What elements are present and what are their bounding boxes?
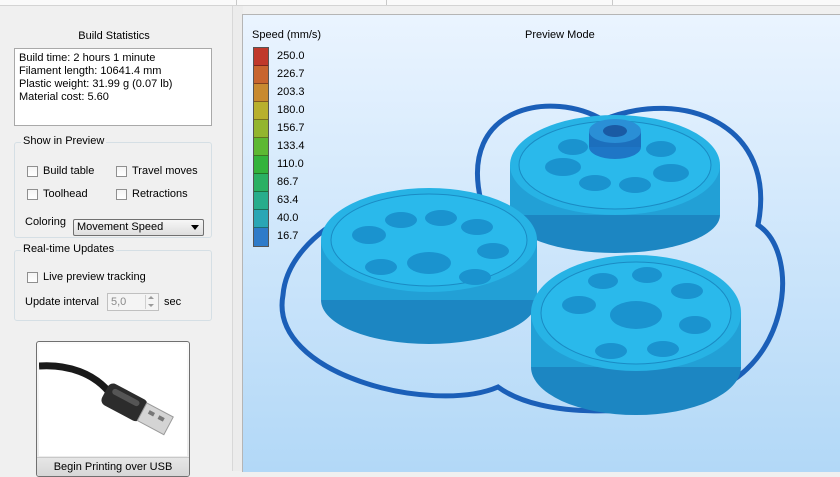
checkbox-box[interactable] [27,271,38,283]
show-in-preview-group: Show in Preview Build table Travel moves… [14,135,212,238]
realtime-updates-group: Real-time Updates Live preview tracking … [14,243,212,321]
legend-value: 250.0 [277,50,305,62]
legend-swatch [254,120,268,138]
legend-swatch [254,192,268,210]
legend-swatch [254,210,268,228]
speed-legend-title: Speed (mm/s) [252,29,322,41]
legend-value: 110.0 [277,158,304,170]
legend-swatch [254,102,268,120]
coloring-value: Movement Speed [77,221,164,233]
usb-cable-image [38,344,187,456]
toolhead-label: Toolhead [43,188,88,200]
stat-filament-length: Filament length: 10641.4 mm [19,65,162,77]
legend-value: 133.4 [277,140,305,152]
preview-mode-label: Preview Mode [525,29,595,41]
gear-left [321,188,537,344]
chevron-down-icon[interactable] [191,225,199,230]
top-strip-divider [612,0,613,5]
gear-top-right [510,115,720,253]
legend-swatch [254,138,268,156]
legend-swatch [254,66,268,84]
checkbox-box[interactable] [27,188,38,200]
toolhead-checkbox[interactable]: Toolhead [27,188,88,200]
speed-legend-labels: 250.0 226.7 203.3 180.0 156.7 133.4 110.0 86.7 6… [277,47,305,245]
legend-value: 203.3 [277,86,305,98]
begin-printing-usb-button[interactable]: Begin Printing over USB [36,341,190,477]
stat-material-cost: Material cost: 5.60 [19,91,109,103]
usb-cable-icon [38,362,174,436]
retractions-checkbox[interactable]: Retractions [116,188,188,200]
spin-up-icon[interactable] [145,295,157,302]
build-statistics-title: Build Statistics [78,30,150,42]
legend-value: 86.7 [277,176,299,188]
checkbox-box[interactable] [116,188,127,200]
top-strip-divider [386,0,387,5]
retractions-label: Retractions [132,188,188,200]
legend-swatch [254,174,268,192]
legend-value: 180.0 [277,104,305,116]
legend-swatch [254,228,268,246]
legend-value: 40.0 [277,212,299,224]
legend-swatch [254,48,268,66]
update-interval-label: Update interval [25,296,99,308]
show-in-preview-title: Show in Preview [21,135,107,147]
live-preview-label: Live preview tracking [43,271,146,283]
legend-value: 16.7 [277,230,299,242]
preview-3d-scene [279,103,786,415]
build-table-label: Build table [43,165,95,177]
spin-down-icon[interactable] [145,302,157,309]
checkbox-box[interactable] [116,165,127,177]
legend-value: 63.4 [277,194,299,206]
speed-legend-colorbar [253,47,269,247]
coloring-label: Coloring [25,216,66,228]
travel-moves-checkbox[interactable]: Travel moves [116,165,198,177]
realtime-updates-title: Real-time Updates [21,243,117,255]
gear-bottom-right [531,255,741,415]
update-interval-value: 5,0 [111,296,127,308]
stat-build-time: Build time: 2 hours 1 minute [19,52,156,64]
legend-value: 226.7 [277,68,305,80]
travel-moves-label: Travel moves [132,165,198,177]
stat-plastic-weight: Plastic weight: 31.99 g (0.07 lb) [19,78,173,90]
live-preview-checkbox[interactable]: Live preview tracking [27,271,146,283]
begin-printing-usb-label: Begin Printing over USB [37,457,189,476]
left-panel: Build Statistics Build time: 2 hours 1 m… [0,6,232,477]
checkbox-box[interactable] [27,165,38,177]
build-statistics-box: Build time: 2 hours 1 minute Filament le… [14,48,212,126]
preview-viewport[interactable]: Speed (mm/s) 250.0 226.7 203.3 180.0 156.7 13… [242,14,840,472]
update-interval-unit: sec [164,296,182,308]
legend-value: 156.7 [277,122,305,134]
build-table-checkbox[interactable]: Build table [27,165,94,177]
legend-swatch [254,156,268,174]
coloring-dropdown[interactable]: Movement Speed [73,219,204,236]
top-strip-divider [236,0,237,5]
update-interval-spinbox[interactable]: 5,0 [107,293,159,311]
legend-swatch [254,84,268,102]
